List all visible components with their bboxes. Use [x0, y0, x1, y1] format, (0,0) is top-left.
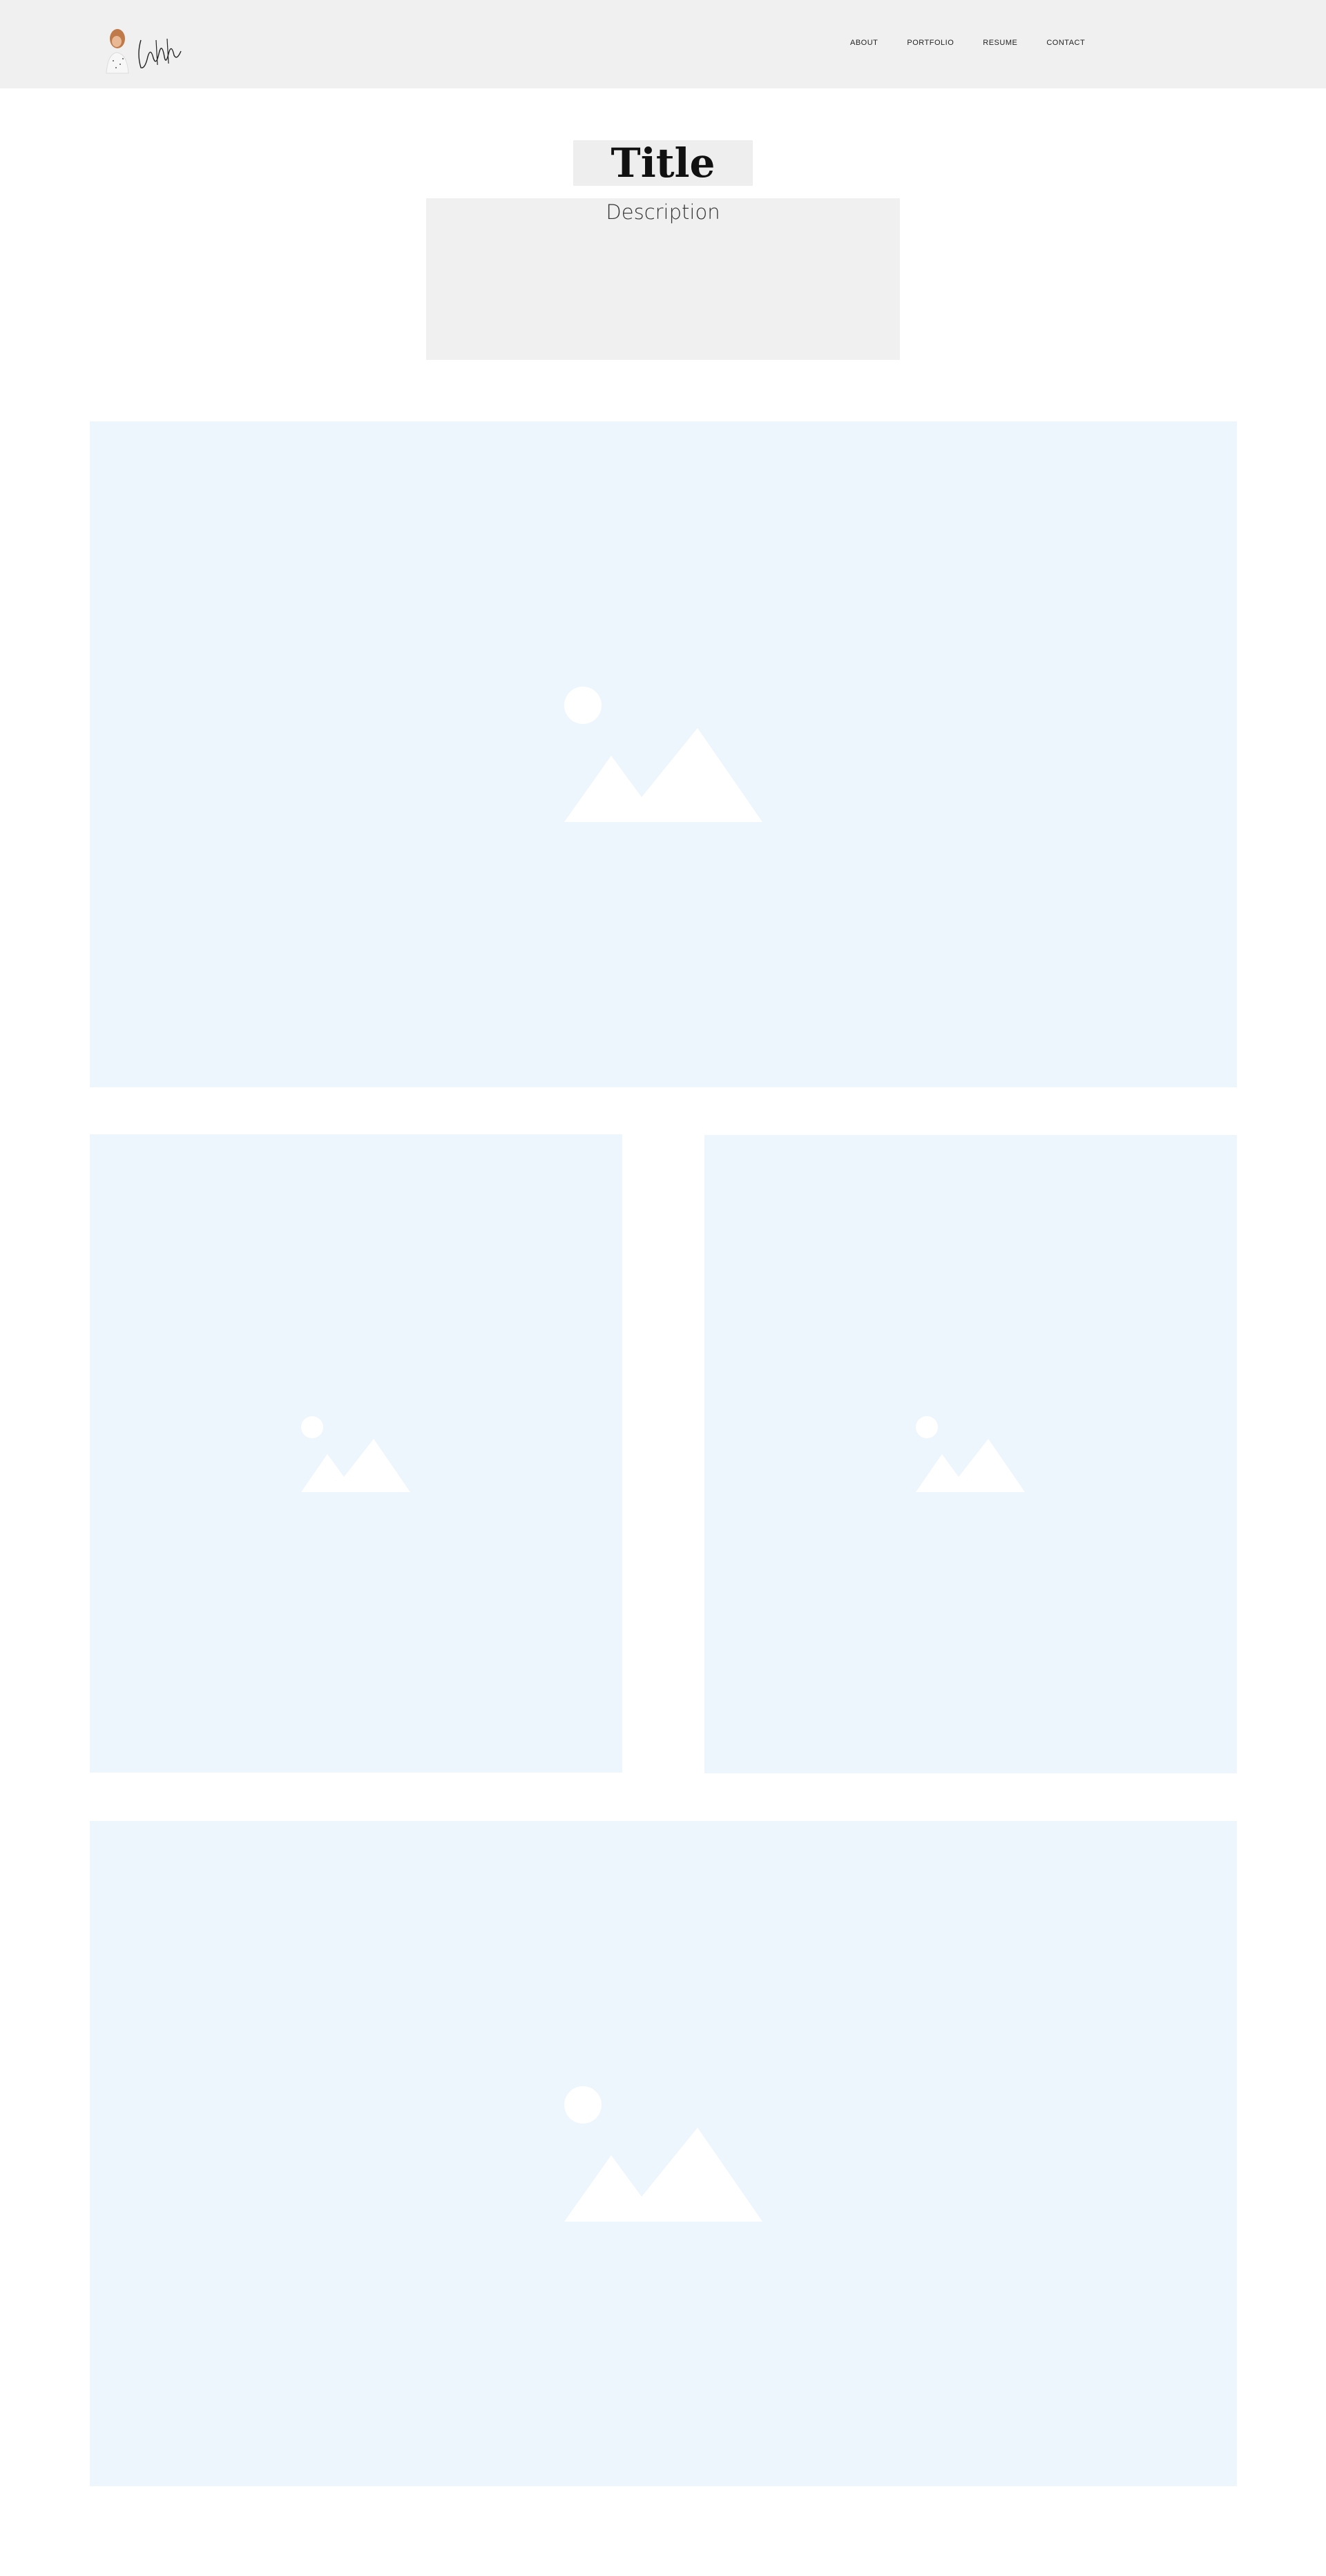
page-title: Title — [611, 140, 715, 187]
site-header: ABOUT PORTFOLIO RESUME CONTACT — [0, 0, 1326, 88]
gallery-image-4[interactable] — [90, 1821, 1237, 2486]
main-nav: ABOUT PORTFOLIO RESUME CONTACT — [850, 39, 1114, 47]
image-placeholder-icon — [564, 2086, 762, 2222]
page-title-box: Title — [573, 140, 753, 186]
page-description-box: Description — [426, 198, 900, 360]
nav-item-contact[interactable]: CONTACT — [1046, 39, 1085, 47]
image-placeholder-icon — [301, 1416, 410, 1492]
gallery-image-3[interactable] — [704, 1135, 1237, 1773]
gallery-image-2[interactable] — [90, 1134, 622, 1773]
image-placeholder-icon — [564, 687, 762, 822]
logo[interactable] — [102, 26, 189, 75]
page-description: Description — [606, 200, 720, 224]
nav-item-about[interactable]: ABOUT — [850, 39, 878, 47]
nav-item-portfolio[interactable]: PORTFOLIO — [907, 39, 954, 47]
image-placeholder-icon — [916, 1416, 1025, 1492]
nav-item-resume[interactable]: RESUME — [983, 39, 1017, 47]
gallery-image-1[interactable] — [90, 421, 1237, 1087]
logo-icon — [106, 29, 182, 74]
